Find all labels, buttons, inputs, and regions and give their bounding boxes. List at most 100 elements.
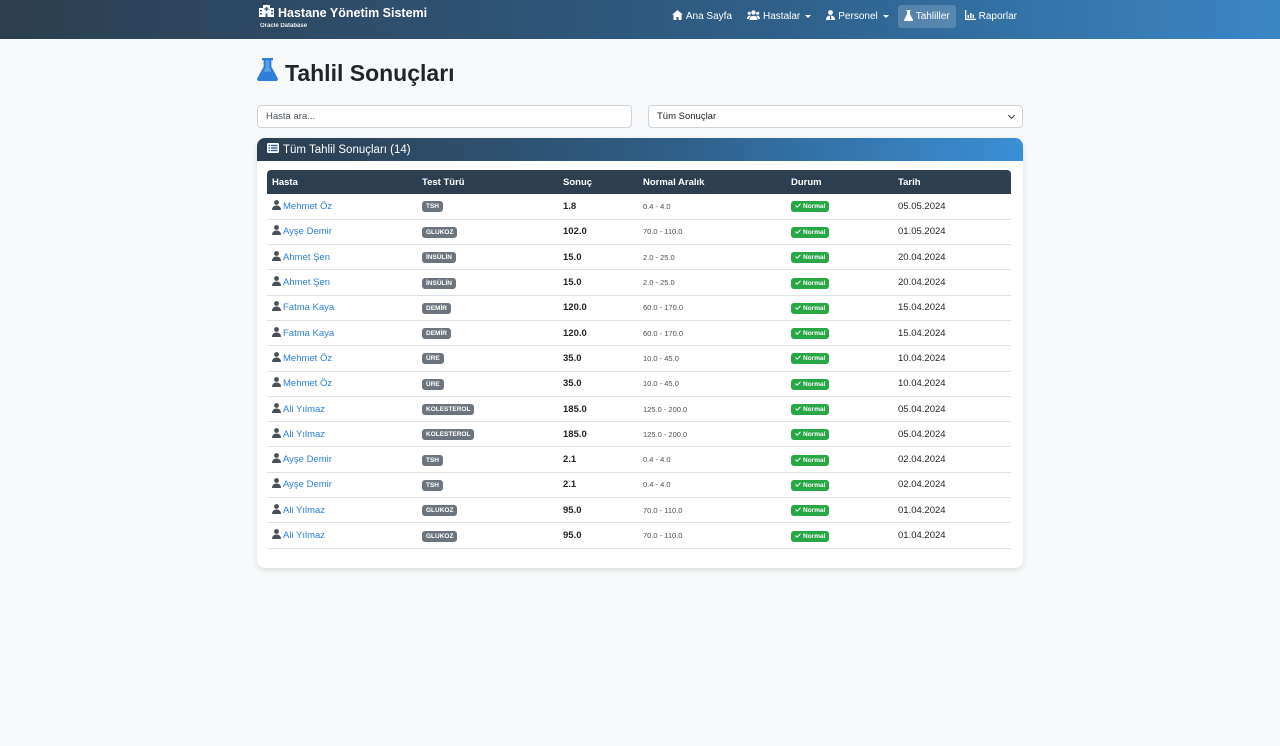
check-icon [795,406,801,413]
patient-link[interactable]: Fatma Kaya [272,326,335,340]
patient-name: Ali Yılmaz [283,504,326,516]
cell-date: 05.04.2024 [893,421,1011,448]
status-badge: Normal [791,479,830,491]
table-head: Hasta Test Türü Sonuç Normal Aralık Duru… [267,170,1011,194]
brand[interactable]: Hastane Yönetim Sistemi Oracle Database [259,5,427,29]
user-icon [272,427,281,441]
test-type-badge: İNSÜLİN [422,277,456,289]
list-icon [267,143,279,156]
cell-date: 20.04.2024 [893,244,1011,271]
test-type-badge: KOLESTEROL [422,404,475,416]
cell-normal-range: 10.0 - 45.0 [638,345,786,372]
cell-normal-range: 125.0 - 200.0 [638,421,786,448]
column-header-patient: Hasta [272,176,298,188]
cell-result: 35.0 [558,345,638,372]
flask-icon [257,58,278,88]
nav-link-staff[interactable]: Personel [820,5,894,28]
cell-date: 20.04.2024 [893,269,1011,296]
status-badge: Normal [791,505,830,517]
hospital-icon [259,5,274,20]
patient-link[interactable]: Ahmet Şen [272,250,330,264]
test-type-badge: TSH [422,201,443,213]
cell-result: 1.8 [558,194,638,220]
patient-link[interactable]: Mehmet Öz [272,377,332,390]
status-label: Normal [803,203,826,211]
check-icon [795,482,801,489]
cell-normal-range: 2.0 - 25.0 [638,269,786,296]
patient-name: Mehmet Öz [283,200,333,212]
cell-test-type: TSH [417,194,558,220]
table-row: Ayşe Demir TSH 2.1 0.4 - 4.0 Normal 02.04.202… [267,472,1011,499]
cell-status: Normal [786,446,893,473]
patient-link[interactable]: Fatma Kaya [272,301,334,314]
status-badge: Normal [791,201,830,213]
search-input[interactable] [257,105,632,128]
nav-links: Ana Sayfa Hastalar Personel Tahliller Ra… [666,5,1023,28]
cell-result: 120.0 [558,320,638,347]
status-badge: Normal [791,454,830,466]
user-tie-icon [826,10,836,23]
patient-link[interactable]: Ayşe Demir [272,453,332,466]
home-icon [671,10,683,23]
cell-test-type: GLUKOZ [417,522,558,549]
cell-patient: Ali Yılmaz [267,522,417,549]
column-header-result: Sonuç [563,176,593,188]
status-badge: Normal [791,226,830,238]
user-icon [272,225,281,238]
nav-link-patients[interactable]: Hastalar [741,5,817,28]
nav-link-label: Tahliller [915,11,950,22]
cell-patient: Ali Yılmaz [267,421,417,448]
status-label: Normal [803,507,826,515]
cell-result: 35.0 [558,371,638,397]
nav-link-lab-tests[interactable]: Tahliller [897,5,956,28]
cell-patient: Ahmet Şen [267,269,417,296]
patient-link[interactable]: Ayşe Demir [272,225,332,238]
cell-normal-range: 125.0 - 200.0 [638,396,786,423]
table-row: Fatma Kaya DEMİR 120.0 60.0 - 170.0 Normal 15… [267,320,1011,347]
cell-result: 102.0 [558,219,638,246]
patient-link[interactable]: Mehmet Öz [272,352,332,365]
cell-patient: Fatma Kaya [267,320,417,347]
cell-normal-range: 70.0 - 110.0 [638,497,786,524]
patient-link[interactable]: Ali Yılmaz [272,503,326,517]
cell-status: Normal [786,244,893,271]
cell-status: Normal [786,345,893,372]
card-header: Tüm Tahlil Sonuçları (14) [257,138,1023,161]
patient-link[interactable]: Ali Yılmaz [272,529,325,542]
cell-normal-range: 0.4 - 4.0 [638,194,786,220]
patient-link[interactable]: Ayşe Demir [272,478,332,491]
user-icon [272,199,281,213]
patient-name: Ayşe Demir [283,226,332,238]
user-icon [272,250,281,264]
status-label: Normal [803,330,826,338]
chevron-down-icon [1007,111,1016,119]
status-badge: Normal [791,353,830,365]
cell-normal-range: 0.4 - 4.0 [638,472,786,499]
result-filter-select[interactable]: Tüm Sonuçlar [648,105,1023,128]
patient-link[interactable]: Mehmet Öz [272,199,333,213]
test-type-badge: GLUKOZ [422,226,458,238]
cell-date: 02.04.2024 [893,446,1011,473]
cell-result: 15.0 [558,269,638,296]
status-badge: Normal [791,328,830,340]
check-icon [795,254,801,261]
status-badge: Normal [791,378,830,390]
column-header-date: Tarih [898,176,921,188]
column-header-normal-range: Normal Aralık [643,176,705,188]
nav-link-home[interactable]: Ana Sayfa [666,5,738,28]
check-icon [795,457,801,464]
table-row: Ahmet Şen İNSÜLİN 15.0 2.0 - 25.0 Normal 20.0… [267,269,1011,296]
cell-result: 15.0 [558,244,638,271]
patient-name: Fatma Kaya [283,327,335,339]
table-row: Ali Yılmaz KOLESTEROL 185.0 125.0 - 200.0 No… [267,421,1011,448]
table-row: Mehmet Öz TSH 1.8 0.4 - 4.0 Normal 05.05.2024 [267,194,1011,220]
patient-link[interactable]: Ali Yılmaz [272,402,325,416]
cell-result: 95.0 [558,497,638,524]
nav-link-reports[interactable]: Raporlar [959,5,1023,28]
status-badge: Normal [791,277,830,289]
patient-link[interactable]: Ahmet Şen [272,276,330,289]
cell-patient: Mehmet Öz [267,371,417,397]
status-badge: Normal [791,530,830,542]
table-body: Mehmet Öz TSH 1.8 0.4 - 4.0 Normal 05.05.2024… [267,194,1011,549]
patient-link[interactable]: Ali Yılmaz [272,427,325,441]
